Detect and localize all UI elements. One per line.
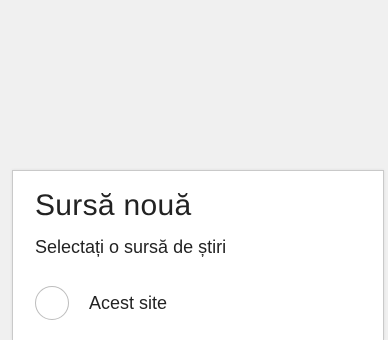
panel-subtitle: Selectați o sursă de știri	[35, 237, 227, 257]
radio-button[interactable]	[35, 286, 69, 320]
new-source-panel: Sursă nouă Selectați o sursă de știri Ac…	[12, 170, 384, 340]
panel-title: Sursă nouă	[35, 189, 192, 222]
option-this-site[interactable]: Acest site	[35, 283, 167, 323]
option-label: Acest site	[89, 292, 168, 313]
page: { "dialog": { "title": "Sursă nouă", "su…	[0, 0, 388, 340]
